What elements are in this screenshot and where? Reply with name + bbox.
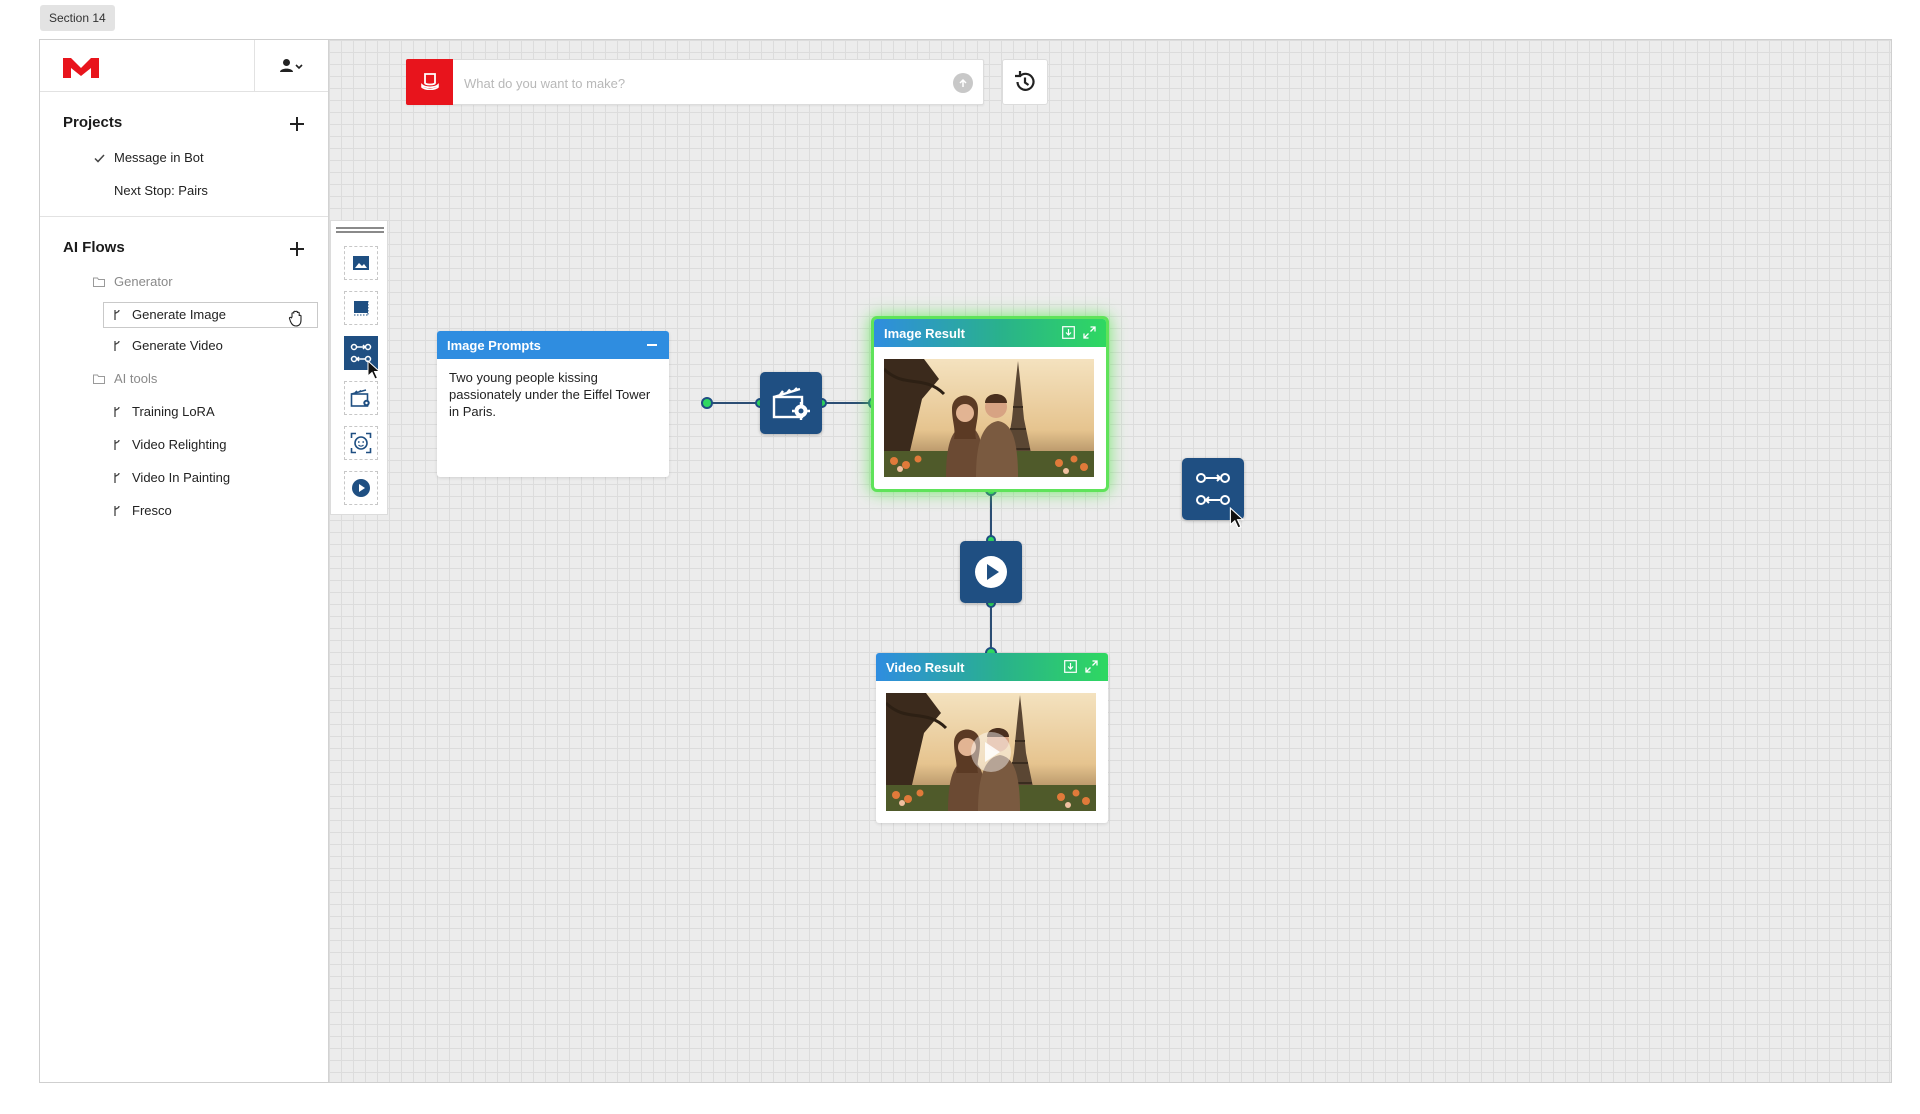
- flow-item-fresco[interactable]: Fresco: [110, 500, 172, 522]
- node-title: Video Result: [886, 659, 965, 675]
- add-flow-button[interactable]: [288, 240, 306, 258]
- send-button[interactable]: [953, 73, 973, 93]
- history-button[interactable]: [1002, 59, 1048, 105]
- ai-flows-section: AI Flows Generator Generate Image Genera…: [40, 217, 328, 537]
- folder-label: AI tools: [114, 371, 158, 386]
- branch-icon: [110, 472, 124, 484]
- download-icon[interactable]: [1064, 660, 1077, 673]
- branch-icon: [110, 439, 124, 451]
- image-tool-button[interactable]: [344, 246, 378, 280]
- grab-hand-cursor-icon: [287, 308, 307, 333]
- video-settings-node[interactable]: [760, 372, 822, 434]
- prompt-bar: [406, 59, 984, 105]
- ai-flows-title: AI Flows: [63, 239, 125, 256]
- user-menu-button[interactable]: [254, 40, 329, 92]
- video-result-header: Video Result: [876, 653, 1108, 681]
- add-project-button[interactable]: [288, 115, 306, 133]
- branch-icon: [110, 505, 124, 517]
- image-prompts-node[interactable]: Image Prompts Two young people kissing p…: [437, 331, 669, 477]
- flow-item-label: Fresco: [132, 503, 172, 518]
- flow-item-training-lora[interactable]: Training LoRA: [110, 401, 215, 423]
- project-item-message-in-bot[interactable]: Message in Bot: [92, 147, 204, 169]
- flow-item-video-in-painting[interactable]: Video In Painting: [110, 467, 230, 489]
- arrow-cursor-icon: [367, 360, 381, 380]
- flow-item-video-relighting[interactable]: Video Relighting: [110, 434, 226, 456]
- project-item-next-stop[interactable]: Next Stop: Pairs: [114, 180, 208, 202]
- folder-label: Generator: [114, 274, 173, 289]
- project-item-label: Message in Bot: [114, 150, 204, 165]
- flow-connections: [701, 397, 997, 659]
- sidebar-header: [40, 40, 328, 92]
- crop-tool-icon: [354, 301, 369, 316]
- face-tool-icon: [350, 432, 372, 454]
- flow-item-label: Video In Painting: [132, 470, 231, 485]
- assistant-hat-icon[interactable]: [406, 59, 453, 105]
- branch-icon: [110, 406, 124, 418]
- image-result-header: Image Result: [874, 319, 1106, 347]
- flow-item-label: Training LoRA: [132, 404, 215, 419]
- app-frame: Projects Message in Bot Next Stop: Pairs…: [39, 39, 1892, 1083]
- flow-item-label: Generate Video: [132, 338, 223, 353]
- user-dropdown-icon: [280, 59, 303, 72]
- node-title: Image Result: [884, 325, 965, 341]
- play-tool-icon: [352, 479, 370, 497]
- folder-icon: [92, 277, 106, 287]
- folder-icon: [92, 374, 106, 384]
- flow-node-icon: [1196, 473, 1230, 505]
- video-settings-tool-icon: [350, 389, 370, 407]
- history-icon: [1015, 71, 1035, 91]
- folder-generator[interactable]: Generator: [92, 271, 173, 293]
- crop-tool-button[interactable]: [344, 291, 378, 325]
- arrow-up-icon: [959, 78, 967, 87]
- projects-title: Projects: [63, 114, 123, 131]
- video-settings-tool-button[interactable]: [344, 381, 378, 415]
- expand-icon[interactable]: [1083, 326, 1096, 339]
- video-result-node[interactable]: Video Result: [876, 653, 1108, 823]
- flow-canvas[interactable]: Image Prompts Two young people kissing p…: [329, 40, 1891, 1082]
- project-item-label: Next Stop: Pairs: [114, 183, 208, 198]
- branch-icon: [110, 340, 124, 352]
- collapse-button[interactable]: [647, 344, 657, 346]
- palette-drag-handle[interactable]: [336, 227, 384, 233]
- m-logo-icon[interactable]: [62, 55, 100, 84]
- flow-item-generate-video[interactable]: Generate Video: [110, 335, 223, 357]
- flow-item-generate-image[interactable]: Generate Image: [103, 302, 318, 328]
- video-play-overlay-icon: [971, 732, 1011, 772]
- generated-video-preview[interactable]: [886, 693, 1096, 811]
- arrow-cursor-icon: [1229, 507, 1245, 529]
- prompt-input[interactable]: [464, 72, 934, 94]
- folder-ai-tools[interactable]: AI tools: [92, 368, 157, 390]
- checkmark-icon: [92, 153, 106, 163]
- image-result-node[interactable]: Image Result: [874, 319, 1106, 489]
- branch-icon: [110, 309, 124, 321]
- play-video-node[interactable]: [960, 541, 1022, 603]
- flow-item-label: Generate Image: [132, 307, 226, 322]
- projects-section: Projects Message in Bot Next Stop: Pairs: [40, 92, 328, 217]
- video-settings-icon: [772, 387, 810, 420]
- download-icon[interactable]: [1062, 326, 1075, 339]
- play-icon: [975, 556, 1007, 588]
- face-tool-button[interactable]: [344, 426, 378, 460]
- play-tool-button[interactable]: [344, 471, 378, 505]
- expand-icon[interactable]: [1085, 660, 1098, 673]
- node-title: Image Prompts: [447, 337, 541, 353]
- image-tool-icon: [353, 256, 369, 270]
- flow-item-label: Video Relighting: [132, 437, 227, 452]
- image-prompts-header: Image Prompts: [437, 331, 669, 359]
- generated-image: [884, 359, 1094, 477]
- section-label: Section 14: [40, 5, 115, 31]
- prompt-text: Two young people kissing passionately un…: [449, 370, 651, 419]
- sidebar: Projects Message in Bot Next Stop: Pairs…: [40, 40, 329, 1082]
